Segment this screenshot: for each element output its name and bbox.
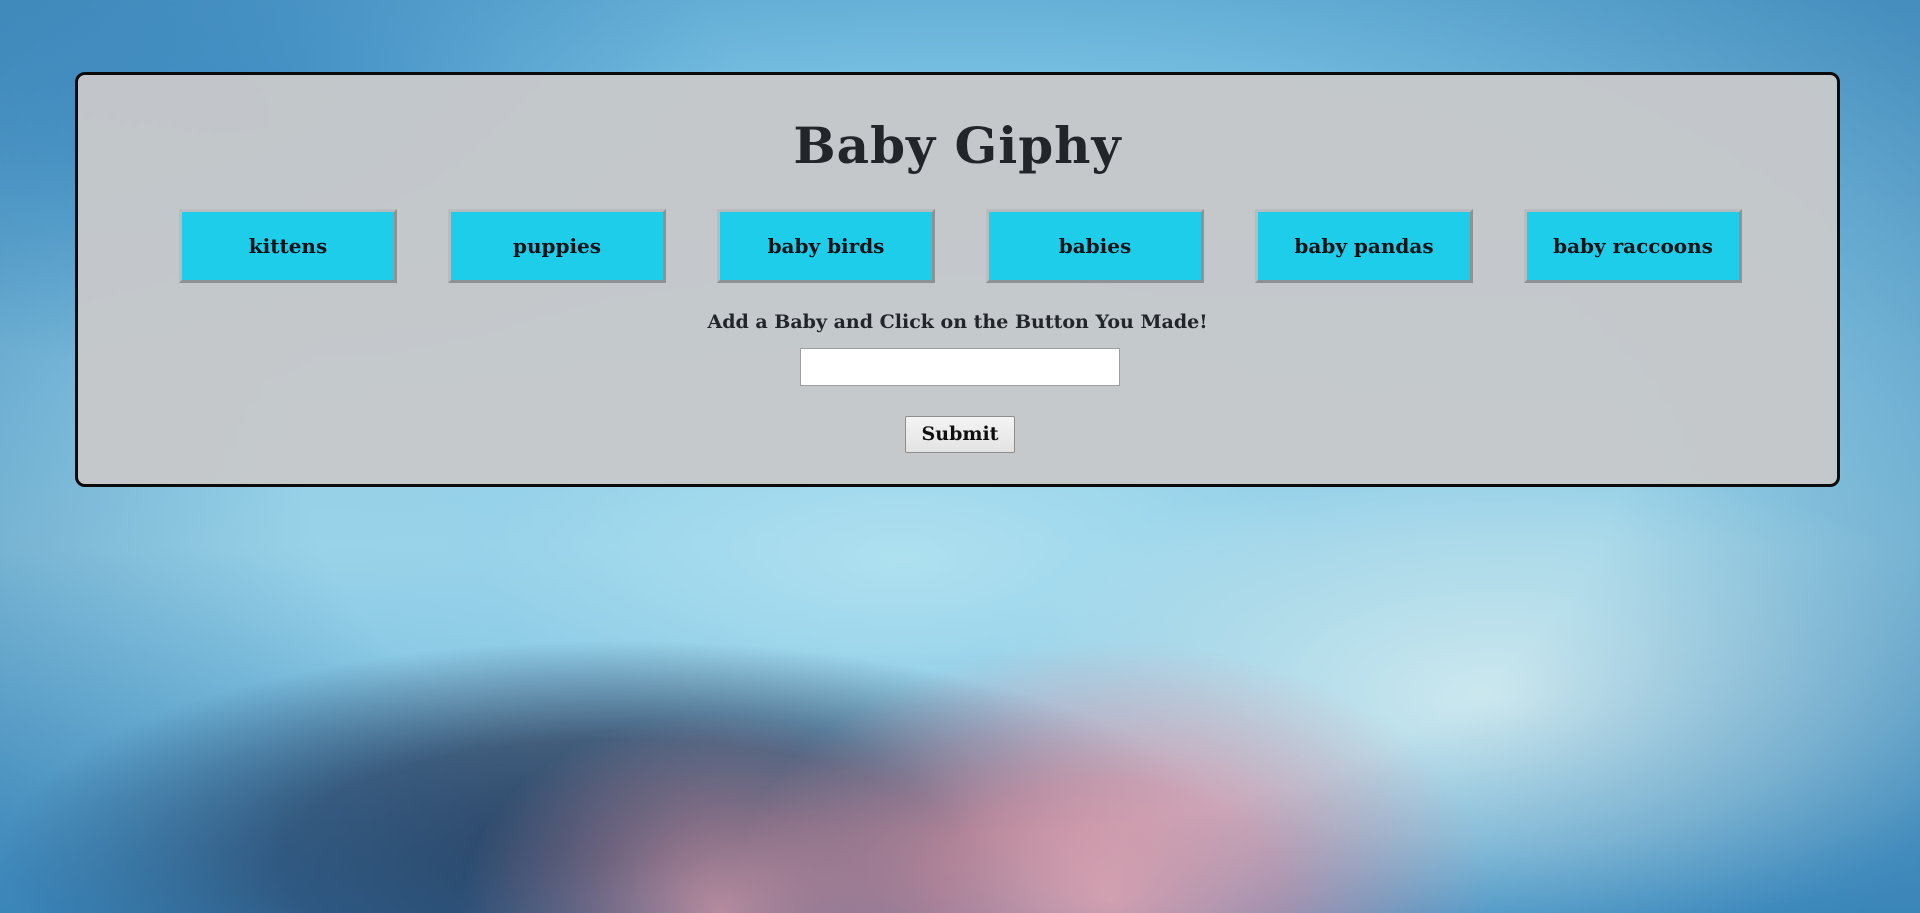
submit-button[interactable]: Submit xyxy=(905,416,1015,453)
add-baby-prompt: Add a Baby and Click on the Button You M… xyxy=(707,311,1208,333)
topic-button-puppies[interactable]: puppies xyxy=(448,209,666,283)
topic-button-row: kittens puppies baby birds babies baby p… xyxy=(78,209,1837,284)
topic-button-baby-raccoons[interactable]: baby raccoons xyxy=(1524,209,1742,283)
topic-button-baby-birds[interactable]: baby birds xyxy=(717,209,935,283)
main-panel: Baby Giphy kittens puppies baby birds ba… xyxy=(75,72,1840,487)
add-baby-input[interactable] xyxy=(800,348,1120,386)
topic-button-baby-pandas[interactable]: baby pandas xyxy=(1255,209,1473,283)
page-title: Baby Giphy xyxy=(793,116,1122,175)
topic-button-babies[interactable]: babies xyxy=(986,209,1204,283)
topic-button-kittens[interactable]: kittens xyxy=(179,209,397,283)
